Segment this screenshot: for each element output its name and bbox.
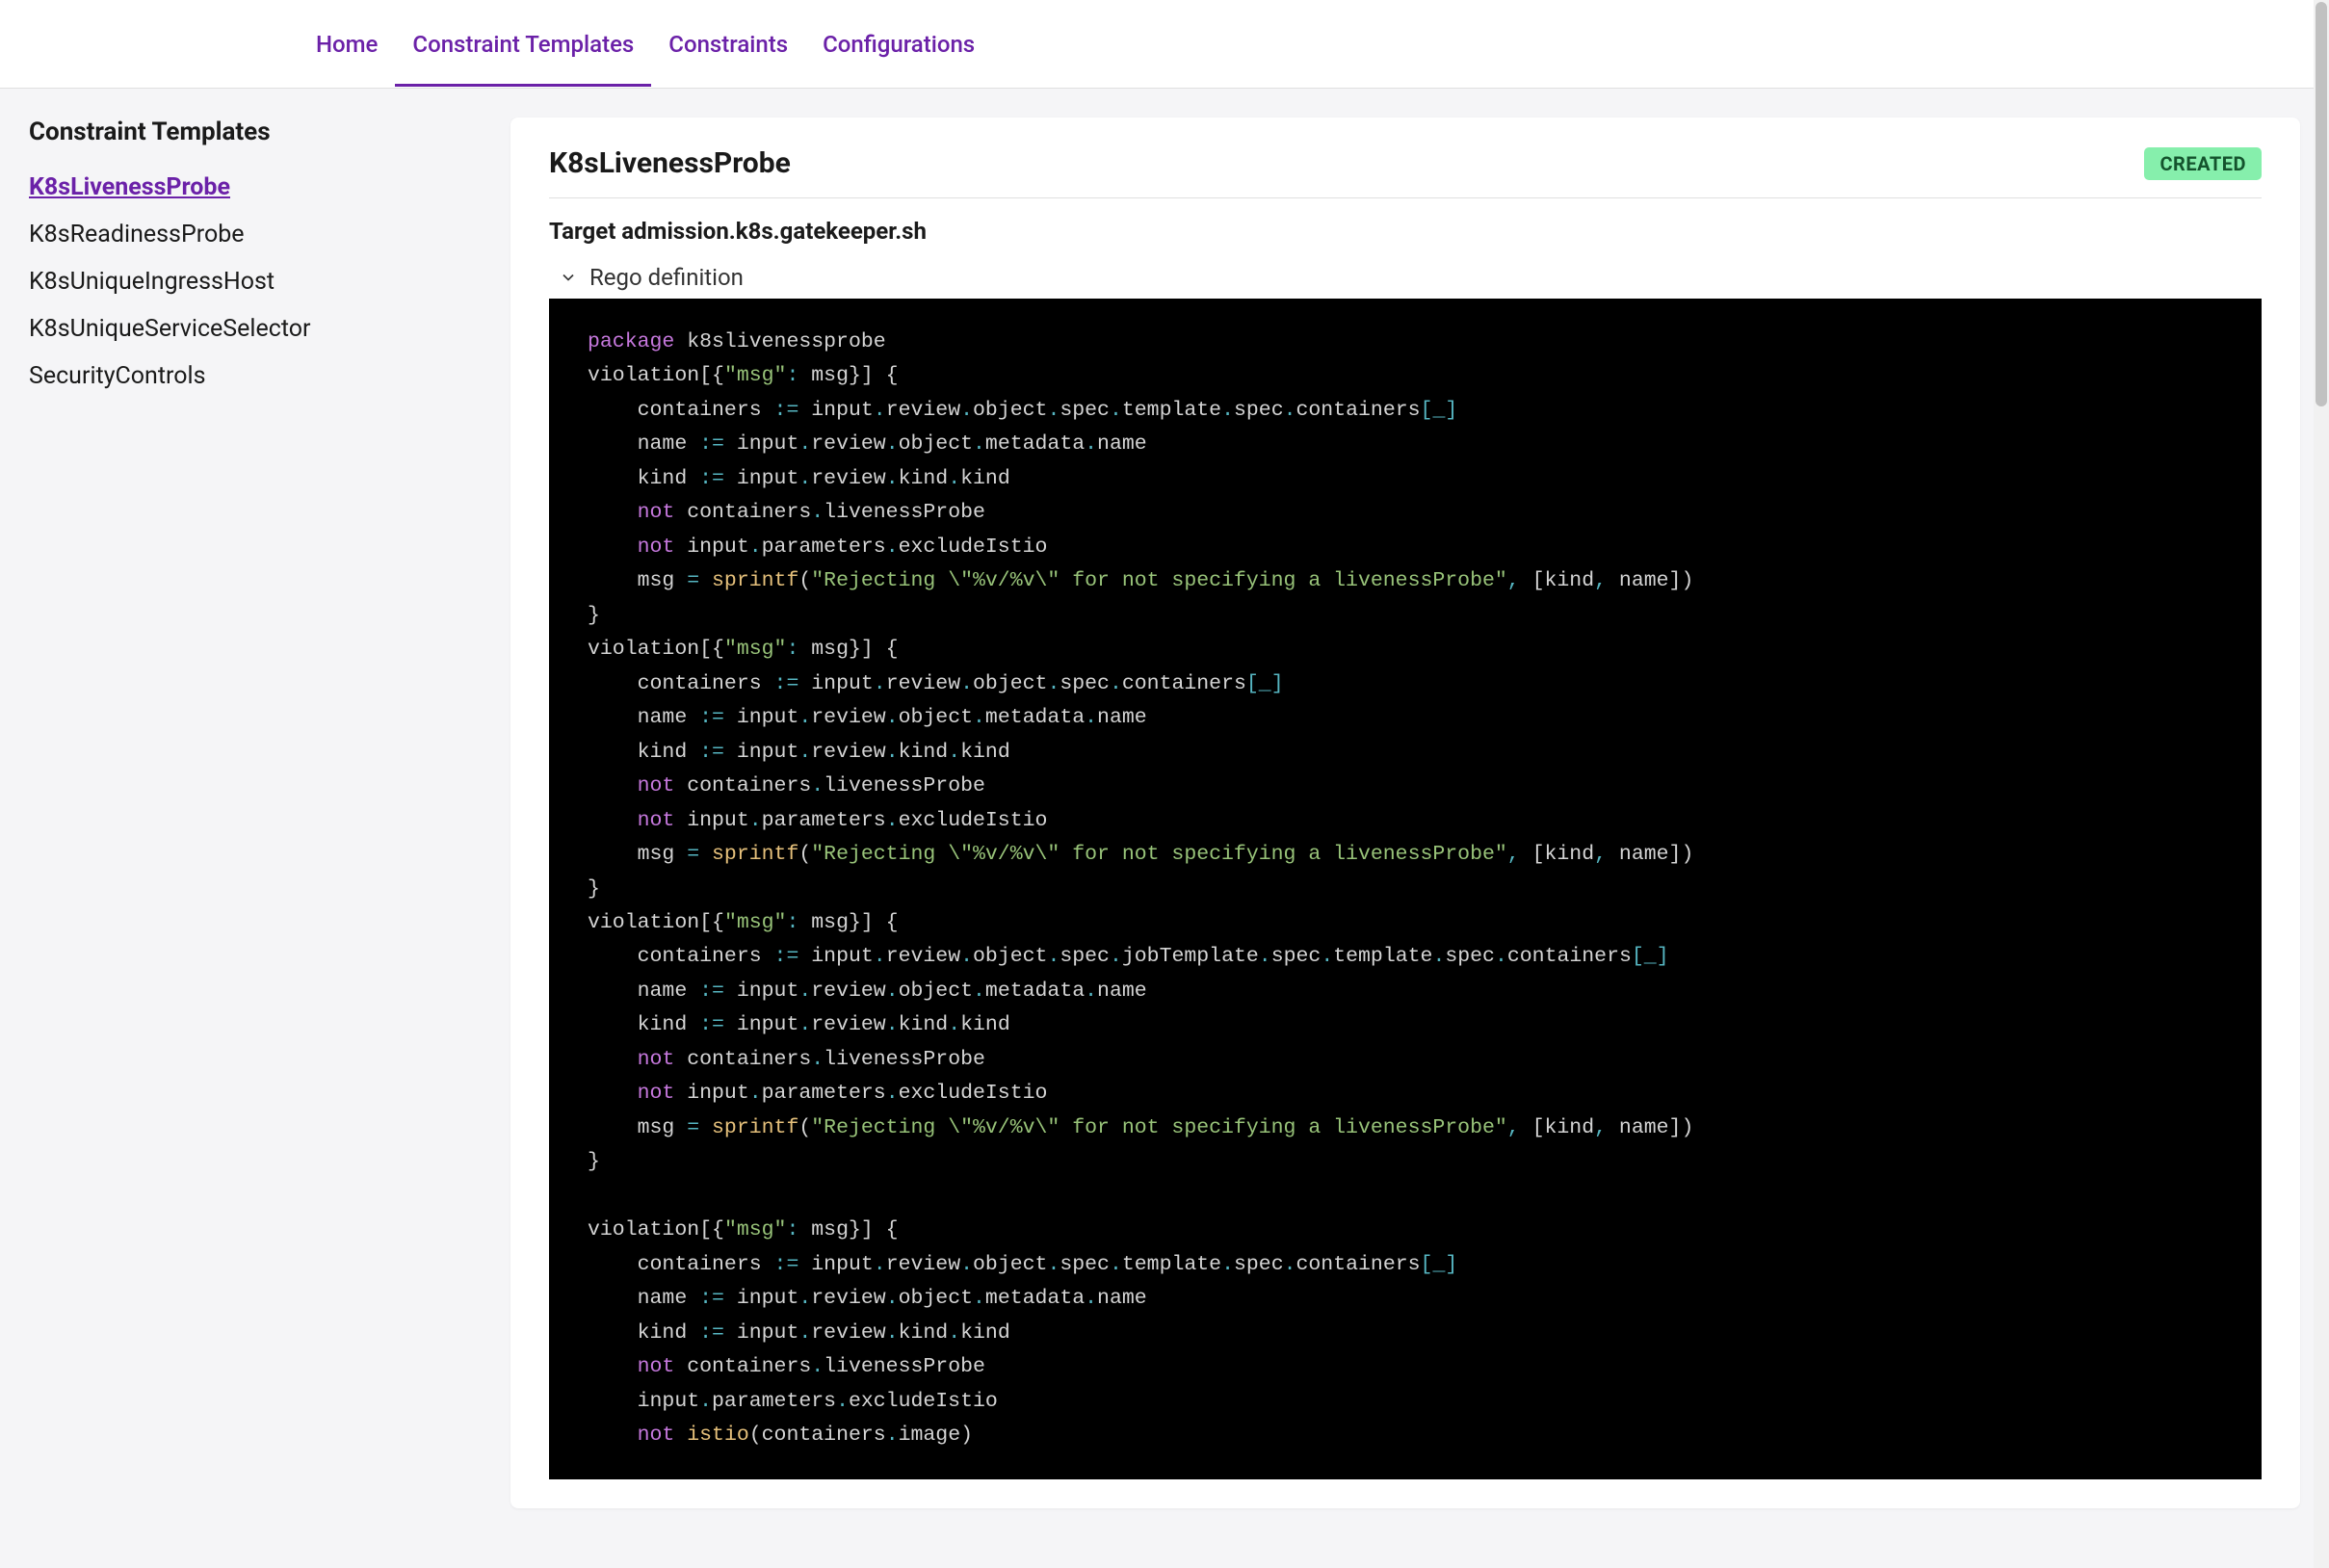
sidebar-item-securitycontrols[interactable]: SecurityControls xyxy=(29,353,482,400)
nav-item-constraints[interactable]: Constraints xyxy=(651,2,805,87)
nav-item-home[interactable]: Home xyxy=(299,2,395,87)
target-line: Target admission.k8s.gatekeeper.sh xyxy=(549,218,2262,245)
sidebar-item-k8suniqueserviceselector[interactable]: K8sUniqueServiceSelector xyxy=(29,305,482,353)
nav-item-configurations[interactable]: Configurations xyxy=(805,2,992,87)
rego-toggle[interactable]: Rego definition xyxy=(549,264,2262,291)
status-badge: CREATED xyxy=(2144,147,2262,180)
sidebar-title: Constraint Templates xyxy=(29,118,482,146)
sidebar-item-k8sreadinessprobe[interactable]: K8sReadinessProbe xyxy=(29,211,482,258)
sidebar-item-k8slivenessprobe[interactable]: K8sLivenessProbe xyxy=(29,164,482,211)
content-header: K8sLivenessProbe CREATED xyxy=(549,146,2262,198)
nav-item-constraint-templates[interactable]: Constraint Templates xyxy=(395,2,651,87)
target-value: admission.k8s.gatekeeper.sh xyxy=(621,218,927,245)
scrollbar-thumb[interactable] xyxy=(2316,2,2327,406)
top-nav: HomeConstraint TemplatesConstraintsConfi… xyxy=(0,0,2329,89)
page-title: K8sLivenessProbe xyxy=(549,146,791,180)
chevron-down-icon xyxy=(559,268,578,287)
target-label: Target xyxy=(549,218,615,245)
rego-section-label: Rego definition xyxy=(589,264,744,291)
rego-code-block[interactable]: package k8slivenessprobe violation[{"msg… xyxy=(549,299,2262,1479)
sidebar-item-k8suniqueingresshost[interactable]: K8sUniqueIngressHost xyxy=(29,258,482,305)
content-panel: K8sLivenessProbe CREATED Target admissio… xyxy=(510,118,2300,1508)
page-layout: Constraint Templates K8sLivenessProbeK8s… xyxy=(0,89,2329,1537)
scrollbar-track[interactable] xyxy=(2314,0,2329,1568)
sidebar: Constraint Templates K8sLivenessProbeK8s… xyxy=(29,118,482,1508)
